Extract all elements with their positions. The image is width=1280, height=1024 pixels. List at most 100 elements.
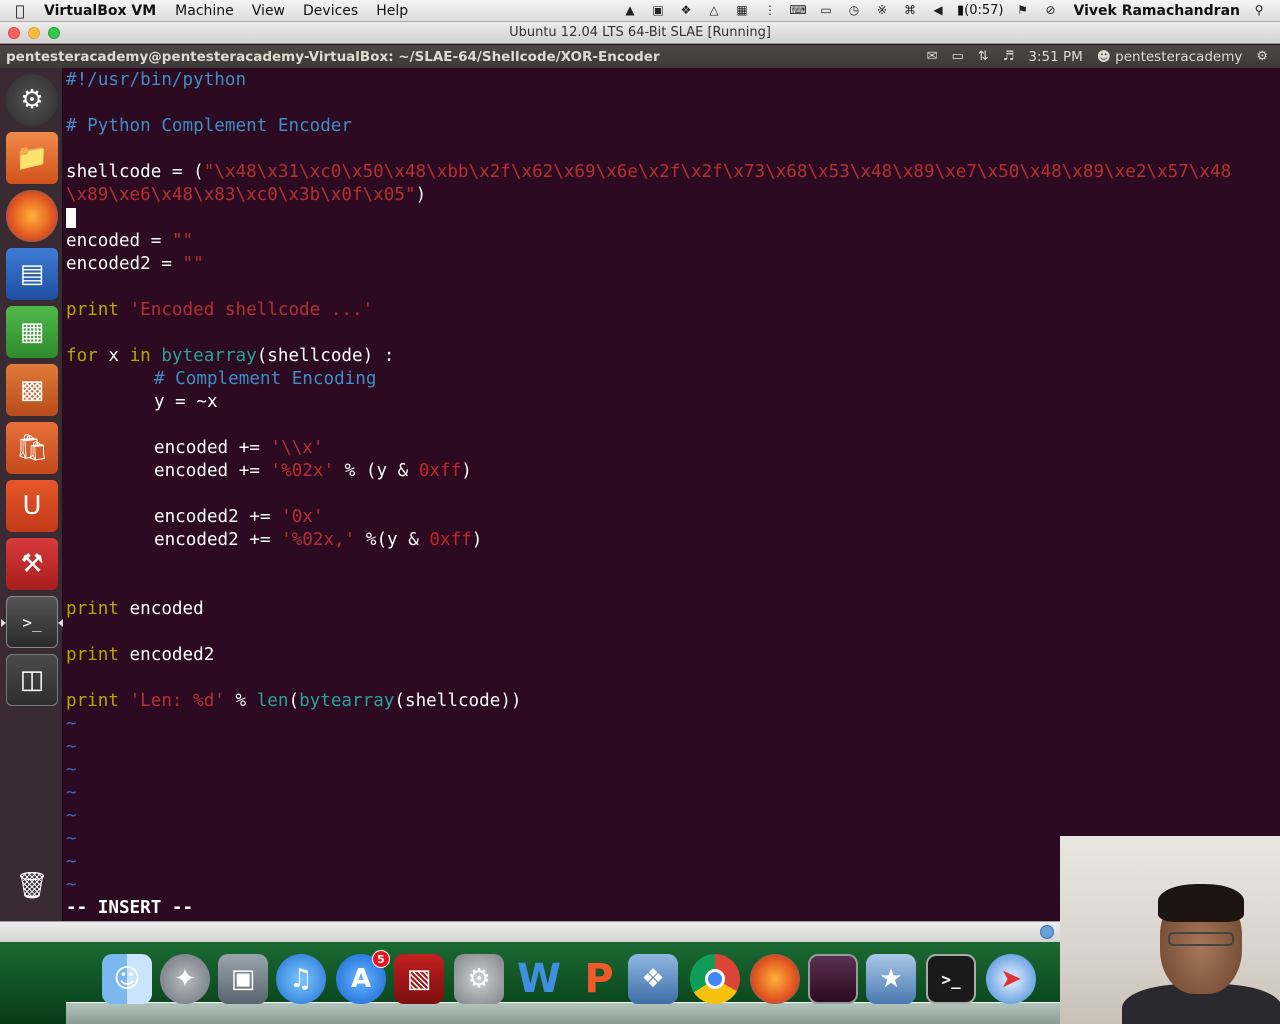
empty-line-tilde: ~ bbox=[66, 760, 77, 780]
apple-menu-icon[interactable]:  bbox=[0, 2, 40, 20]
webcam-overlay bbox=[1060, 836, 1280, 1024]
code-line-for: for x in bytearray(shellcode) : bbox=[66, 346, 395, 366]
itunes-icon[interactable]: ♫ bbox=[276, 954, 326, 1004]
session-gear-icon[interactable]: ⚙ bbox=[1256, 49, 1268, 64]
menu-view[interactable]: View bbox=[243, 3, 294, 19]
window-minimize-button[interactable] bbox=[28, 27, 40, 39]
battery-icon[interactable]: ▮(0:57) bbox=[957, 3, 1004, 18]
dock-shelf bbox=[66, 1002, 1066, 1024]
keyboard-icon[interactable]: ⌨ bbox=[789, 4, 807, 17]
word-icon[interactable]: W bbox=[514, 954, 564, 1004]
finder-icon[interactable]: ☺ bbox=[102, 954, 152, 1004]
software-center-icon[interactable]: 🛍 bbox=[6, 422, 58, 474]
battery-panel-icon[interactable]: ▭ bbox=[952, 49, 964, 64]
app-store-icon[interactable]: A5 bbox=[336, 950, 390, 1004]
system-preferences-icon[interactable]: ⚙ bbox=[454, 954, 504, 1004]
unity-launcher: ⚙ 📁 ▤ ▦ ▩ 🛍 U ⚒ >_ ◫ 🗑 bbox=[0, 68, 63, 921]
code-line-print-len: print 'Len: %d' % len(bytearray(shellcod… bbox=[66, 691, 522, 711]
libreoffice-calc-icon[interactable]: ▦ bbox=[6, 306, 58, 358]
time-machine-icon[interactable]: ◷ bbox=[845, 4, 863, 17]
panel-clock[interactable]: 3:51 PM bbox=[1028, 49, 1082, 65]
terminal-vim-editor[interactable]: #!/usr/bin/python # Python Complement En… bbox=[64, 68, 1280, 921]
mac-user-name[interactable]: Vivek Ramachandran bbox=[1074, 3, 1240, 19]
vbox-window-title: Ubuntu 12.04 LTS 64-Bit SLAE [Running] bbox=[509, 25, 771, 40]
do-not-disturb-icon[interactable]: ⊘ bbox=[1042, 4, 1060, 17]
dash-home-icon[interactable]: ⚙ bbox=[6, 74, 58, 126]
firefox-launcher-icon[interactable] bbox=[6, 190, 58, 242]
empty-line-tilde: ~ bbox=[66, 875, 77, 895]
dropbox-icon[interactable]: ❖ bbox=[677, 4, 695, 17]
app-menu-virtualbox[interactable]: VirtualBox VM bbox=[40, 3, 166, 19]
libreoffice-writer-icon[interactable]: ▤ bbox=[6, 248, 58, 300]
empty-line-tilde: ~ bbox=[66, 806, 77, 826]
firefox-dock-icon[interactable] bbox=[750, 954, 800, 1004]
ubuntu-one-icon[interactable]: U bbox=[6, 480, 58, 532]
cursor-line bbox=[66, 207, 76, 230]
code-line-print-title: print 'Encoded shellcode ...' bbox=[66, 300, 374, 320]
mail-icon[interactable]: ✉ bbox=[927, 49, 938, 64]
code-line-comment: # Python Complement Encoder bbox=[66, 116, 352, 136]
empty-line-tilde: ~ bbox=[66, 737, 77, 757]
wifi-icon[interactable]: ⌘ bbox=[901, 4, 919, 17]
trash-icon[interactable]: 🗑 bbox=[6, 860, 58, 912]
app-store-badge: 5 bbox=[372, 950, 390, 968]
empty-line-tilde: ~ bbox=[66, 852, 77, 872]
ubuntu-top-panel: pentesteracademy@pentesteracademy-Virtua… bbox=[0, 45, 1280, 68]
display-icon[interactable]: ▭ bbox=[817, 4, 835, 17]
user-icon: ☻ bbox=[1096, 48, 1111, 65]
launchpad-icon[interactable]: ✦ bbox=[160, 954, 210, 1004]
menu-help[interactable]: Help bbox=[367, 3, 417, 19]
terminal-window-title: pentesteracademy@pentesteracademy-Virtua… bbox=[6, 48, 660, 65]
imovie-icon[interactable]: ★ bbox=[866, 954, 916, 1004]
code-line-encoded: encoded = "" bbox=[66, 231, 194, 251]
empty-line-tilde: ~ bbox=[66, 783, 77, 803]
code-line-encoded2-0x: encoded2 += '0x' bbox=[154, 507, 324, 527]
system-settings-icon[interactable]: ⚒ bbox=[6, 538, 58, 590]
empty-line-tilde: ~ bbox=[66, 714, 77, 734]
code-line-y: y = ~x bbox=[154, 392, 218, 412]
mac-menubar:  VirtualBox VM Machine View Devices Hel… bbox=[0, 0, 1280, 22]
code-line-shebang: #!/usr/bin/python bbox=[66, 70, 247, 90]
bluetooth-icon[interactable]: ※ bbox=[873, 4, 891, 17]
files-icon[interactable]: 📁 bbox=[6, 132, 58, 184]
camera-icon[interactable]: ▣ bbox=[649, 4, 667, 17]
code-line-shellcode: shellcode = ("\x48\x31\xc0\x50\x48\xbb\x… bbox=[66, 162, 1232, 182]
code-line-encoded2-fmt: encoded2 += '%02x,' %(y & 0xff) bbox=[154, 530, 483, 550]
signal-icon[interactable]: ⋮ bbox=[761, 4, 779, 17]
code-line-encoded-x: encoded += '\\x' bbox=[154, 438, 324, 458]
network-icon[interactable]: ⇅ bbox=[978, 49, 989, 64]
volume-icon[interactable]: ◀ bbox=[929, 4, 947, 17]
virtualbox-icon[interactable]: ❖ bbox=[628, 954, 678, 1004]
photo-booth-icon[interactable]: ▧ bbox=[394, 954, 444, 1004]
workspace-switcher-icon[interactable]: ◫ bbox=[6, 654, 58, 706]
sound-icon[interactable]: ♬ bbox=[1003, 49, 1015, 64]
powerpoint-icon[interactable]: P bbox=[574, 954, 624, 1004]
spotlight-search-icon[interactable]: ⚲ bbox=[1250, 4, 1268, 17]
terminal-dock-icon[interactable]: >_ bbox=[926, 954, 976, 1004]
panel-user-name: pentesteracademy bbox=[1115, 48, 1243, 65]
safari-icon[interactable]: ➤ bbox=[986, 954, 1036, 1004]
drive-icon[interactable]: △ bbox=[705, 4, 723, 17]
chrome-icon[interactable] bbox=[690, 954, 740, 1004]
screen-recording-icon[interactable] bbox=[808, 954, 858, 1004]
hard-disk-activity-icon[interactable] bbox=[1040, 925, 1054, 939]
battery-status: (0:57) bbox=[964, 3, 1004, 18]
window-close-button[interactable] bbox=[8, 27, 20, 39]
menu-machine[interactable]: Machine bbox=[166, 3, 243, 19]
window-zoom-button[interactable] bbox=[48, 27, 60, 39]
crop-icon[interactable]: ▦ bbox=[733, 4, 751, 17]
menu-devices[interactable]: Devices bbox=[294, 3, 367, 19]
terminal-launcher-icon[interactable]: >_ bbox=[1, 596, 63, 648]
image-capture-icon[interactable]: ▣ bbox=[218, 954, 268, 1004]
code-line-print-encoded2: print encoded2 bbox=[66, 645, 215, 665]
flag-icon[interactable]: ⚑ bbox=[1014, 4, 1032, 17]
panel-user[interactable]: ☻ pentesteracademy bbox=[1097, 49, 1243, 65]
notification-bell-icon[interactable]: ▲ bbox=[621, 4, 639, 17]
vim-mode-status: -- INSERT -- bbox=[66, 898, 194, 918]
text-cursor bbox=[66, 208, 76, 228]
code-line-encoded2: encoded2 = "" bbox=[66, 254, 204, 274]
libreoffice-impress-icon[interactable]: ▩ bbox=[6, 364, 58, 416]
code-line-complement-comment: # Complement Encoding bbox=[154, 369, 377, 389]
empty-line-tilde: ~ bbox=[66, 829, 77, 849]
code-line-shellcode-cont: \x89\xe6\x48\x83\xc0\x3b\x0f\x05") bbox=[66, 185, 427, 205]
